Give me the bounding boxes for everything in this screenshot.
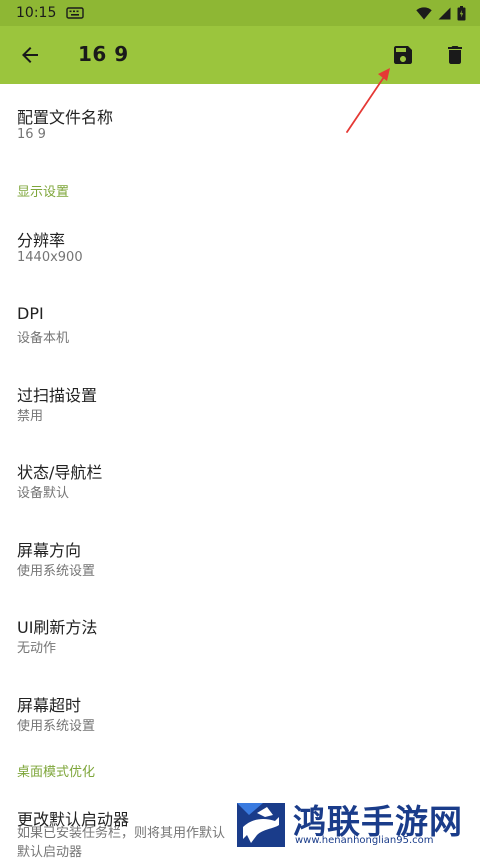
pref-summary: 无动作 [17, 641, 57, 656]
pref-summary-line2: 默认启动器 [17, 845, 83, 860]
pref-summary: 设备本机 [17, 331, 70, 346]
save-button[interactable] [391, 43, 415, 67]
section-header-desktop: 桌面模式优化 [17, 765, 96, 780]
pref-title: 屏幕方向 [17, 541, 82, 560]
pref-overscan[interactable]: 过扫描设置 禁用 [0, 362, 480, 434]
section-header-display: 显示设置 [17, 185, 70, 200]
pref-title: UI刷新方法 [17, 618, 98, 637]
pref-title: 状态/导航栏 [17, 463, 103, 482]
pref-title: 配置文件名称 [17, 108, 114, 127]
status-right [416, 5, 466, 21]
signal-icon [438, 7, 451, 20]
back-button[interactable] [18, 43, 42, 67]
pref-summary: 使用系统设置 [17, 564, 96, 579]
app-bar: 16 9 [0, 26, 480, 84]
pref-profile-name[interactable]: 配置文件名称 16 9 [0, 84, 480, 156]
pref-default-launcher[interactable]: 更改默认启动器 如果已安装任务栏，则将其用作默认 默认启动器 [0, 786, 480, 860]
pref-title: DPI [17, 304, 44, 323]
status-left: 10:15 [16, 5, 85, 21]
floppy-disk-icon [394, 46, 412, 64]
trash-icon [448, 46, 462, 64]
pref-dpi[interactable]: DPI 设备本机 [0, 284, 480, 356]
pref-title: 过扫描设置 [17, 386, 98, 405]
pref-summary: 使用系统设置 [17, 719, 96, 734]
pref-summary: 设备默认 [17, 486, 70, 501]
pref-ui-refresh-method[interactable]: UI刷新方法 无动作 [0, 594, 480, 666]
arrow-back-icon [22, 47, 38, 63]
pref-screen-timeout[interactable]: 屏幕超时 使用系统设置 [0, 672, 480, 744]
battery-icon [457, 5, 466, 21]
pref-screen-orientation[interactable]: 屏幕方向 使用系统设置 [0, 517, 480, 589]
pref-summary: 16 9 [17, 127, 46, 142]
page-title: 16 9 [78, 42, 129, 66]
pref-summary: 如果已安装任务栏，则将其用作默认 [17, 826, 226, 841]
wifi-icon [416, 6, 432, 20]
status-time: 10:15 [16, 5, 57, 21]
pref-resolution[interactable]: 分辨率 1440x900 [0, 207, 480, 279]
pref-summary: 禁用 [17, 409, 44, 424]
keyboard-notification-icon [66, 7, 85, 19]
pref-title: 屏幕超时 [17, 696, 82, 715]
pref-title: 分辨率 [17, 231, 66, 250]
status-bar: 10:15 [0, 0, 480, 26]
delete-button[interactable] [443, 43, 467, 67]
pref-status-nav-bar[interactable]: 状态/导航栏 设备默认 [0, 439, 480, 511]
pref-summary: 1440x900 [17, 250, 83, 265]
